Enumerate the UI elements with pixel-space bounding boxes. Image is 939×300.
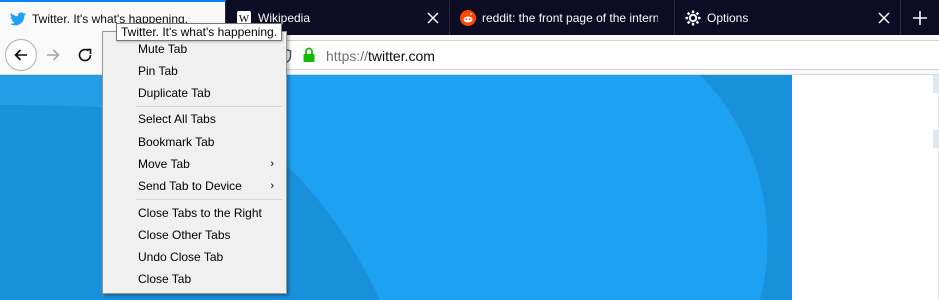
menu-separator: [136, 199, 282, 200]
menu-item-undo-close-tab[interactable]: Undo Close Tab: [105, 246, 284, 268]
tab-label: Wikipedia: [258, 10, 311, 25]
menu-item-label: Bookmark Tab: [138, 135, 215, 149]
back-button[interactable]: [5, 39, 37, 71]
twitter-bird-icon: [10, 11, 26, 27]
url-host: twitter.com: [368, 48, 435, 64]
chevron-right-icon: ›: [270, 180, 274, 192]
menu-item-label: Duplicate Tab: [138, 86, 211, 100]
url-text: https://twitter.com: [326, 48, 435, 64]
url-scheme: https://: [326, 48, 369, 64]
menu-item-label: Undo Close Tab: [138, 250, 224, 264]
menu-item-label: Move Tab: [138, 157, 190, 171]
menu-item-label: Send Tab to Device: [138, 179, 242, 193]
menu-item-label: Pin Tab: [138, 64, 178, 78]
url-bar[interactable]: https://twitter.com: [265, 40, 939, 70]
menu-item-label: Close Tabs to the Right: [138, 206, 262, 220]
tab-label: reddit: the front page of the internet: [482, 10, 658, 25]
arrow-left-icon: [14, 49, 27, 61]
menu-item-close-tabs-right[interactable]: Close Tabs to the Right: [105, 202, 284, 224]
menu-item-close-tab[interactable]: Close Tab: [105, 268, 284, 290]
menu-item-mute-tab[interactable]: Mute Tab: [105, 38, 284, 60]
close-icon[interactable]: [425, 10, 441, 26]
tab-reddit[interactable]: reddit: the front page of the internet: [450, 0, 675, 35]
menu-item-close-other-tabs[interactable]: Close Other Tabs: [105, 224, 284, 246]
plus-icon: [913, 10, 927, 25]
menu-item-bookmark-tab[interactable]: Bookmark Tab: [105, 131, 284, 153]
tab-context-menu: Mute Tab Pin Tab Duplicate Tab Select Al…: [102, 31, 287, 294]
gear-icon: [685, 10, 701, 26]
reddit-icon: [460, 9, 476, 26]
menu-item-label: Mute Tab: [138, 42, 188, 56]
menu-item-move-tab[interactable]: Move Tab ›: [105, 153, 284, 175]
arrow-right-icon: [47, 49, 60, 61]
menu-item-pin-tab[interactable]: Pin Tab: [105, 60, 284, 82]
menu-item-duplicate-tab[interactable]: Duplicate Tab: [105, 82, 284, 104]
close-icon[interactable]: [876, 10, 892, 26]
reload-icon: [78, 48, 92, 62]
tab-label: Options: [707, 10, 749, 25]
tab-tooltip: Twitter. It's what's happening.: [116, 23, 282, 41]
menu-separator: [136, 106, 282, 107]
menu-item-select-all-tabs[interactable]: Select All Tabs: [105, 108, 284, 130]
menu-item-send-tab-to-device[interactable]: Send Tab to Device ›: [105, 175, 284, 197]
new-tab-button[interactable]: [901, 0, 939, 35]
chevron-right-icon: ›: [270, 158, 274, 170]
forward-button[interactable]: [37, 39, 69, 71]
reload-button[interactable]: [69, 39, 101, 71]
menu-item-label: Select All Tabs: [138, 112, 216, 126]
tab-options[interactable]: Options: [675, 0, 901, 35]
menu-item-label: Close Other Tabs: [138, 228, 231, 242]
menu-item-label: Close Tab: [138, 272, 192, 286]
lock-icon[interactable]: [302, 47, 316, 63]
